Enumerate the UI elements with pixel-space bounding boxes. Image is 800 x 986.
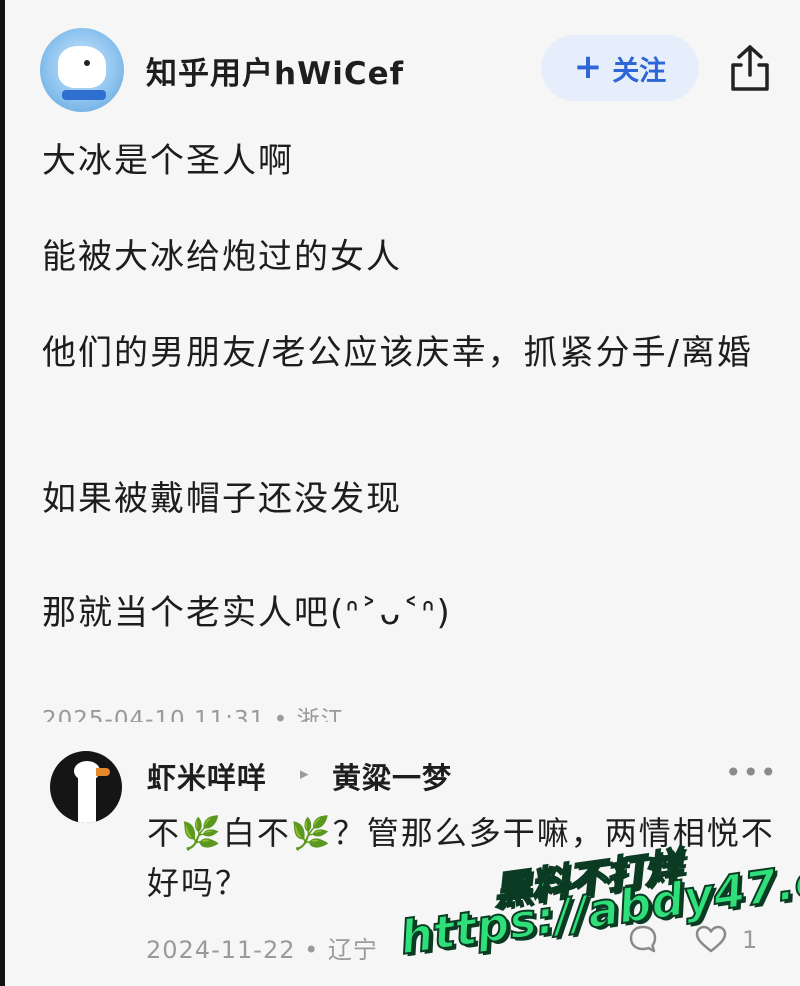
window-edge: [0, 0, 5, 986]
avatar-dog-eye: [84, 60, 90, 66]
avatar-dog-collar: [62, 90, 106, 100]
author-avatar[interactable]: [40, 28, 124, 112]
post-paragraph: 他们的男朋友/老公应该庆幸，抓紧分手/离婚: [42, 333, 753, 373]
post-paragraph: 大冰是个圣人啊: [42, 141, 294, 181]
comment-reply-to[interactable]: 黄粱一梦: [332, 755, 452, 797]
post-paragraph: 那就当个老实人吧(ᐢ˃ᴗ˂ᐢ): [42, 593, 452, 633]
like-count: 1: [742, 926, 758, 954]
comment-timestamp: 2024-11-22 • 辽宁: [146, 936, 378, 964]
post-paragraph: 如果被戴帽子还没发现: [42, 479, 402, 519]
post-paragraph: 能被大冰给炮过的女人: [42, 237, 402, 277]
share-icon[interactable]: [727, 43, 773, 93]
post-timestamp: 2025-04-10 11:31 • 浙江: [42, 707, 345, 722]
author-username[interactable]: 知乎用户hWiCef: [146, 48, 404, 93]
more-dots-icon[interactable]: •••: [725, 756, 778, 789]
comment-author[interactable]: 虾米咩咩: [147, 755, 267, 797]
reply-arrow-icon: ▸: [300, 764, 309, 784]
follow-button[interactable]: + 关注: [541, 35, 699, 101]
follow-label: 关注: [612, 55, 667, 87]
post-header: 知乎用户hWiCef + 关注: [0, 0, 800, 130]
heart-icon[interactable]: [694, 924, 728, 954]
commenter-avatar[interactable]: [50, 751, 122, 823]
plus-icon: +: [573, 46, 603, 87]
avatar-dog-head: [58, 46, 106, 88]
avatar-goose-beak: [96, 768, 110, 776]
